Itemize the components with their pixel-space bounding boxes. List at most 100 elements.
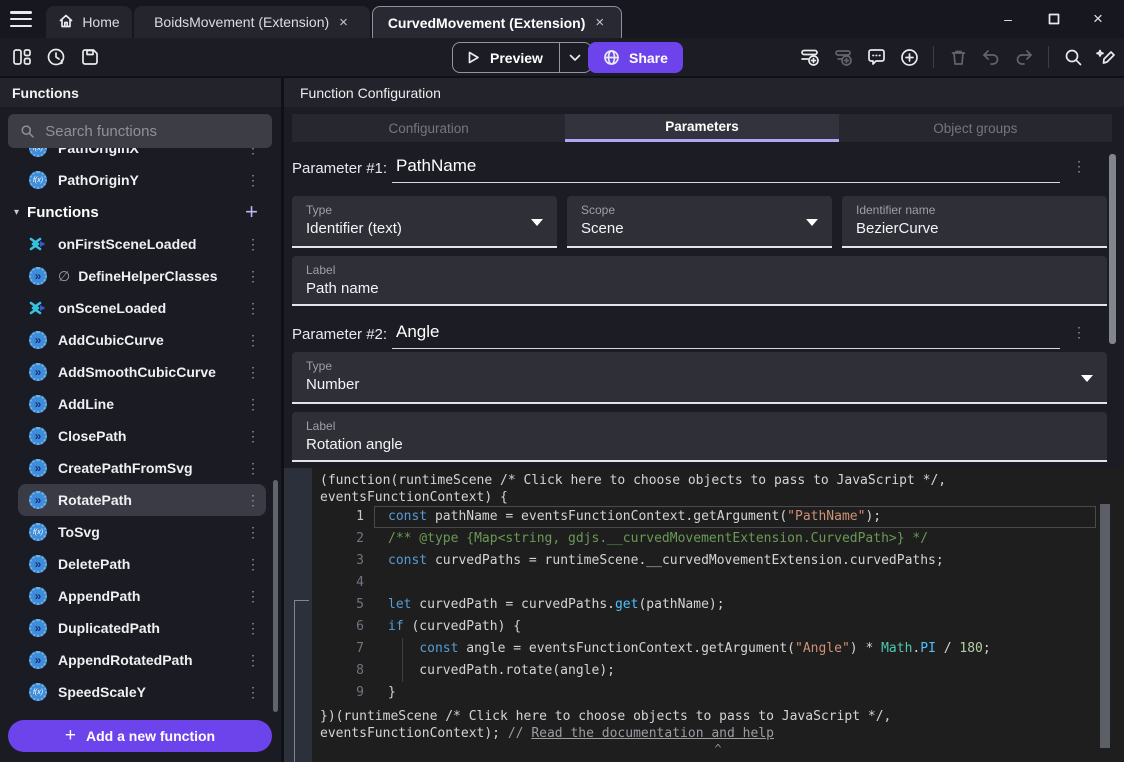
parameter-2-name-input[interactable]: Angle: [396, 322, 439, 342]
close-tab-icon[interactable]: ×: [593, 14, 606, 31]
parameter-2-menu-icon[interactable]: ⋮: [1072, 324, 1086, 341]
delete-icon: [946, 45, 970, 69]
sidebar-scrollbar[interactable]: [273, 480, 278, 712]
sidebar-item-appendpath[interactable]: »AppendPath⋮: [18, 580, 266, 612]
item-menu-icon[interactable]: ⋮: [246, 332, 260, 349]
sidebar-item-closepath[interactable]: »ClosePath⋮: [18, 420, 266, 452]
window-close-button[interactable]: ×: [1078, 0, 1118, 38]
gear-icon: »: [28, 554, 48, 574]
collapse-triangle-icon[interactable]: ▾: [14, 207, 19, 218]
sidebar-item-addline[interactable]: » AddLine⋮: [18, 388, 266, 420]
expand-caret[interactable]: ^: [312, 742, 1124, 756]
line-text: const angle = eventsFunctionContext.getA…: [388, 638, 991, 660]
line-text: const pathName = eventsFunctionContext.g…: [388, 506, 881, 528]
item-menu-icon[interactable]: ⋮: [246, 236, 260, 253]
item-menu-icon[interactable]: ⋮: [246, 364, 260, 381]
parameter-1-menu-icon[interactable]: ⋮: [1072, 158, 1086, 175]
sidebar-item-appendrotatedpath[interactable]: »AppendRotatedPath⋮: [18, 644, 266, 676]
search-icon[interactable]: [1061, 45, 1085, 69]
parameter-2-label-field[interactable]: Label Rotation angle: [292, 412, 1107, 462]
code-line-5[interactable]: 5let curvedPath = curvedPaths.get(pathNa…: [312, 594, 1102, 616]
preview-button-main[interactable]: Preview: [453, 43, 559, 72]
code-area[interactable]: ^ (function(runtimeScene /* Click here t…: [312, 468, 1124, 762]
line-number: 2: [320, 528, 364, 550]
parameter-1-identifier-field[interactable]: Identifier name BezierCurve: [842, 196, 1107, 248]
hamburger-menu-icon[interactable]: [10, 9, 32, 29]
item-menu-icon[interactable]: ⋮: [246, 148, 260, 157]
function-name: AddLine: [58, 396, 246, 412]
item-menu-icon[interactable]: ⋮: [246, 652, 260, 669]
item-menu-icon[interactable]: ⋮: [246, 172, 260, 189]
sidebar-item-onsceneloaded[interactable]: onSceneLoaded⋮: [18, 292, 266, 324]
sidebar-item-speedscaley[interactable]: f(x)SpeedScaleY⋮: [18, 676, 266, 708]
line-number: 9: [320, 682, 364, 704]
history-icon[interactable]: [44, 45, 68, 69]
search-functions-box[interactable]: [8, 114, 272, 148]
window-maximize-button[interactable]: [1034, 0, 1074, 38]
sidebar-item-deletepath[interactable]: »DeletePath⋮: [18, 548, 266, 580]
project-manager-icon[interactable]: [10, 45, 34, 69]
item-menu-icon[interactable]: ⋮: [246, 428, 260, 445]
item-menu-icon[interactable]: ⋮: [246, 300, 260, 317]
code-line-3[interactable]: 3const curvedPaths = runtimeScene.__curv…: [312, 550, 1102, 572]
item-menu-icon[interactable]: ⋮: [246, 460, 260, 477]
add-event-icon[interactable]: [798, 45, 822, 69]
item-menu-icon[interactable]: ⋮: [246, 684, 260, 701]
gear-icon: »: [28, 394, 48, 414]
parameter-1-scope-select[interactable]: Scope Scene: [567, 196, 832, 248]
undo-icon: [979, 45, 1003, 69]
item-menu-icon[interactable]: ⋮: [246, 492, 260, 509]
parameter-1-label-field[interactable]: Label Path name: [292, 256, 1107, 306]
tab-boidsmovement[interactable]: BoidsMovement (Extension) ×: [134, 6, 370, 38]
function-name: RotatePath: [58, 492, 246, 508]
item-menu-icon[interactable]: ⋮: [246, 524, 260, 541]
save-icon[interactable]: [78, 45, 102, 69]
code-line-1[interactable]: 1const pathName = eventsFunctionContext.…: [312, 506, 1102, 528]
sidebar-item-addcubiccurve[interactable]: »AddCubicCurve⋮: [18, 324, 266, 356]
code-line-2[interactable]: 2/** @type {Map<string, gdjs.__curvedMov…: [312, 528, 1102, 550]
share-button[interactable]: Share: [588, 42, 683, 73]
sidebar-item-onfirstsceneloaded[interactable]: onFirstSceneLoaded⋮: [18, 228, 266, 260]
sidebar-item-createpathfromsvg[interactable]: »CreatePathFromSvg⋮: [18, 452, 266, 484]
sidebar-item-rotatepath[interactable]: »RotatePath⋮: [18, 484, 266, 516]
item-menu-icon[interactable]: ⋮: [246, 620, 260, 637]
close-tab-icon[interactable]: ×: [337, 14, 350, 31]
preview-dropdown-arrow[interactable]: [559, 43, 591, 72]
tab-home[interactable]: Home: [46, 6, 132, 38]
edit-extension-icon[interactable]: [1094, 45, 1118, 69]
tab-curvedmovement[interactable]: CurvedMovement (Extension) ×: [372, 6, 622, 38]
sidebar-item-definehelperclasses[interactable]: »∅DefineHelperClasses⋮: [18, 260, 266, 292]
panel-scrollbar[interactable]: [1109, 154, 1116, 344]
search-functions-input[interactable]: [45, 123, 260, 140]
add-circle-icon[interactable]: [897, 45, 921, 69]
parameter-1-type-select[interactable]: Type Identifier (text): [292, 196, 557, 248]
add-comment-icon[interactable]: [864, 45, 888, 69]
parameter-2-type-select[interactable]: Type Number: [292, 352, 1107, 404]
add-function-button[interactable]: + Add a new function: [8, 720, 272, 752]
code-line-4[interactable]: 4: [312, 572, 1102, 594]
preview-button[interactable]: Preview: [452, 42, 592, 73]
tab-configuration[interactable]: Configuration: [292, 114, 565, 142]
item-menu-icon[interactable]: ⋮: [246, 556, 260, 573]
code-line-7[interactable]: 7 const angle = eventsFunctionContext.ge…: [312, 638, 1102, 660]
sidebar-item-duplicatedpath[interactable]: »DuplicatedPath⋮: [18, 612, 266, 644]
sidebar-item-addsmoothcubiccurve[interactable]: »AddSmoothCubicCurve⋮: [18, 356, 266, 388]
sidebar-item-pathoriginx[interactable]: f(x)PathOriginX⋮: [18, 148, 266, 164]
add-function-icon[interactable]: +: [245, 201, 258, 223]
code-line-9[interactable]: 9}: [312, 682, 1102, 704]
code-line-8[interactable]: 8 curvedPath.rotate(angle);: [312, 660, 1102, 682]
sidebar-section-functions[interactable]: ▾Functions+: [0, 196, 272, 228]
item-menu-icon[interactable]: ⋮: [246, 268, 260, 285]
item-menu-icon[interactable]: ⋮: [246, 588, 260, 605]
code-line-6[interactable]: 6if (curvedPath) {: [312, 616, 1102, 638]
parameter-1-name-input[interactable]: PathName: [396, 156, 476, 176]
tab-object-groups[interactable]: Object groups: [839, 114, 1112, 142]
item-menu-icon[interactable]: ⋮: [246, 396, 260, 413]
sidebar-item-tosvg[interactable]: f(x)ToSvg⋮: [18, 516, 266, 548]
line-number: 4: [320, 572, 364, 594]
sidebar-item-pathoriginy[interactable]: f(x)PathOriginY⋮: [18, 164, 266, 196]
tab-parameters[interactable]: Parameters: [565, 114, 838, 142]
window-minimize-button[interactable]: –: [988, 0, 1028, 38]
gear-icon: »: [28, 266, 48, 286]
javascript-code-editor[interactable]: ^ (function(runtimeScene /* Click here t…: [284, 468, 1124, 762]
